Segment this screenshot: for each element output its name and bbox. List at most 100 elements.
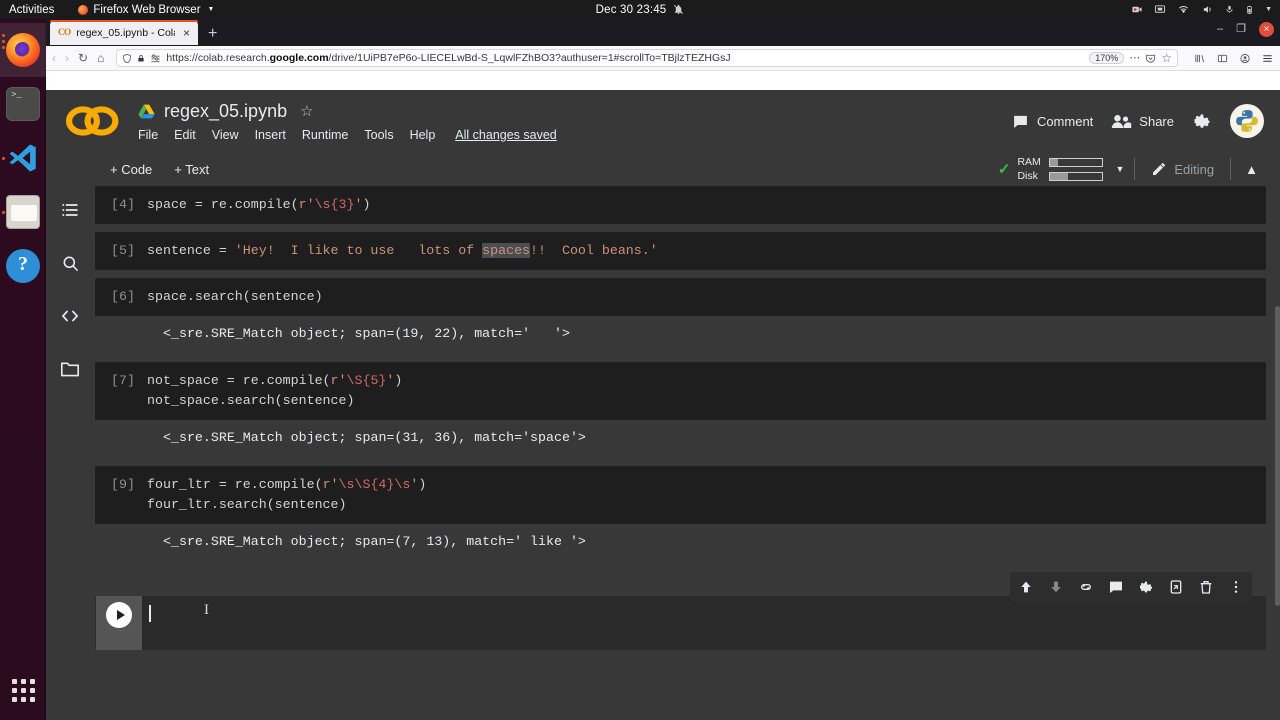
show-applications-button[interactable] xyxy=(0,670,46,710)
dock-item-firefox[interactable] xyxy=(0,23,46,77)
reload-button[interactable]: ↻ xyxy=(78,52,88,64)
mirror-cell-icon[interactable] xyxy=(1168,579,1184,595)
notebook-cell[interactable]: [6]space.search(sentence) <_sre.SRE_Match… xyxy=(95,278,1266,354)
notebook-cell[interactable]: [7]not_space = re.compile(r'\S{5}')[7]no… xyxy=(95,362,1266,458)
bookmark-star-icon[interactable]: ☆ xyxy=(1161,52,1172,64)
editing-indicator[interactable]: Editing xyxy=(1135,161,1230,177)
resources-indicator[interactable]: ✓ RAM Disk xyxy=(998,156,1104,182)
screencast-icon xyxy=(1131,4,1143,15)
more-cell-actions-icon[interactable] xyxy=(1228,579,1244,595)
run-cell-button[interactable] xyxy=(96,596,142,650)
drive-icon xyxy=(138,104,155,119)
sidebar-icon[interactable] xyxy=(1216,53,1229,64)
move-cell-down-icon[interactable] xyxy=(1048,579,1064,595)
delete-cell-icon[interactable] xyxy=(1198,579,1214,595)
tab-title: regex_05.ipynb - Colabo xyxy=(76,27,175,39)
forward-button[interactable]: › xyxy=(65,52,69,64)
clock[interactable]: Dec 30 23:45 xyxy=(0,4,1280,16)
code-line: [6]space.search(sentence) xyxy=(95,287,1266,307)
menu-icon[interactable] xyxy=(1261,53,1274,64)
home-button[interactable]: ⌂ xyxy=(97,52,104,64)
pocket-icon[interactable] xyxy=(1145,53,1156,64)
code-text: space = re.compile(r'\s{3}') xyxy=(147,195,370,215)
menu-file[interactable]: File xyxy=(138,128,158,142)
search-icon[interactable] xyxy=(58,251,82,275)
colab-logo-icon[interactable] xyxy=(66,104,120,138)
system-menu-caret-icon: ▼ xyxy=(1265,6,1272,13)
tab-regex-notebook[interactable]: CO regex_05.ipynb - Colabo × xyxy=(50,20,198,45)
text-caret xyxy=(149,605,151,622)
page-title[interactable]: regex_05.ipynb xyxy=(164,101,287,122)
menu-view[interactable]: View xyxy=(212,128,239,142)
cell-input[interactable]: [4]space = re.compile(r'\s{3}') xyxy=(95,186,1266,224)
url-bar[interactable]: https://colab.research.google.com/drive/… xyxy=(116,49,1178,67)
share-button[interactable]: Share xyxy=(1111,113,1174,130)
add-comment-icon[interactable] xyxy=(1108,579,1124,595)
move-cell-up-icon[interactable] xyxy=(1018,579,1034,595)
comment-button[interactable]: Comment xyxy=(1011,113,1093,130)
code-line: [7]not_space = re.compile(r'\S{5}') xyxy=(95,371,1266,391)
menu-insert[interactable]: Insert xyxy=(255,128,286,142)
minimize-button[interactable]: – xyxy=(1217,24,1223,35)
account-icon[interactable] xyxy=(1239,53,1251,64)
maximize-button[interactable]: ❐ xyxy=(1236,24,1246,35)
running-indicator-icon xyxy=(2,157,5,160)
dock-item-terminal[interactable] xyxy=(0,77,46,131)
add-text-cell-button[interactable]: + Text xyxy=(174,162,209,177)
cell-input[interactable]: [9]four_ltr = re.compile(r'\s\S{4}\s')[9… xyxy=(95,466,1266,524)
notebook-cell[interactable]: [4]space = re.compile(r'\s{3}') xyxy=(95,186,1266,224)
menu-tools[interactable]: Tools xyxy=(364,128,393,142)
collapse-header-chevron-up-icon[interactable]: ▲ xyxy=(1231,162,1266,177)
avatar[interactable] xyxy=(1230,104,1264,138)
star-icon[interactable]: ☆ xyxy=(300,102,313,120)
system-tray[interactable]: ▼ xyxy=(1131,0,1272,19)
add-code-cell-button[interactable]: + Code xyxy=(110,162,152,177)
notebook-cell[interactable]: [5]sentence = 'Hey! I like to use lots o… xyxy=(95,232,1266,270)
zoom-level-badge[interactable]: 170% xyxy=(1089,52,1124,64)
cell-input[interactable]: [7]not_space = re.compile(r'\S{5}')[7]no… xyxy=(95,362,1266,420)
close-tab-icon[interactable]: × xyxy=(181,27,192,39)
menu-runtime[interactable]: Runtime xyxy=(302,128,349,142)
save-status[interactable]: All changes saved xyxy=(455,128,556,142)
colab-left-sidebar xyxy=(46,186,94,720)
cell-settings-icon[interactable] xyxy=(1138,579,1154,595)
gear-icon[interactable] xyxy=(1192,111,1212,131)
library-icon[interactable] xyxy=(1193,53,1206,64)
toc-icon[interactable] xyxy=(58,198,82,222)
files-icon[interactable] xyxy=(58,357,82,381)
shield-icon xyxy=(122,53,132,64)
battery-icon xyxy=(1245,4,1254,16)
code-line: [5]sentence = 'Hey! I like to use lots o… xyxy=(95,241,1266,261)
notifications-off-icon xyxy=(673,4,684,15)
colab-favicon-icon: CO xyxy=(58,28,70,38)
share-label: Share xyxy=(1139,114,1174,129)
notebook-cell[interactable]: I xyxy=(95,596,1266,650)
menu-edit[interactable]: Edit xyxy=(174,128,196,142)
disk-gauge xyxy=(1049,172,1103,181)
code-snippets-icon[interactable] xyxy=(58,304,82,328)
resources-chevron-down-icon[interactable]: ▼ xyxy=(1115,164,1124,174)
link-to-cell-icon[interactable] xyxy=(1078,579,1094,595)
volume-icon xyxy=(1201,4,1214,15)
dock-item-vscode[interactable] xyxy=(0,131,46,185)
desktop-screen: Activities Firefox Web Browser ▼ Dec 30 … xyxy=(0,0,1280,720)
code-text: four_ltr = re.compile(r'\s\S{4}\s') xyxy=(147,475,426,495)
cell-output: <_sre.SRE_Match object; span=(19, 22), m… xyxy=(95,316,1266,354)
close-window-button[interactable]: × xyxy=(1259,22,1274,37)
cell-input[interactable]: I xyxy=(95,596,1266,650)
dock-item-help[interactable] xyxy=(0,239,46,293)
code-text: not_space = re.compile(r'\S{5}') xyxy=(147,371,402,391)
cell-input[interactable]: [6]space.search(sentence) xyxy=(95,278,1266,316)
ellipsis-icon[interactable]: ⋯ xyxy=(1129,53,1140,64)
dock-item-files[interactable] xyxy=(0,185,46,239)
back-button[interactable]: ‹ xyxy=(52,52,56,64)
menu-help[interactable]: Help xyxy=(410,128,436,142)
notebook-cell[interactable]: [9]four_ltr = re.compile(r'\s\S{4}\s')[9… xyxy=(95,466,1266,562)
url-domain: google.com xyxy=(270,52,329,64)
vertical-scrollbar[interactable] xyxy=(1275,186,1280,720)
connected-check-icon: ✓ xyxy=(998,162,1011,177)
new-tab-button[interactable]: + xyxy=(208,26,217,42)
cell-input[interactable]: [5]sentence = 'Hey! I like to use lots o… xyxy=(95,232,1266,270)
code-text: not_space.search(sentence) xyxy=(147,391,354,411)
colab-app: regex_05.ipynb ☆ File Edit View Insert R… xyxy=(46,90,1280,720)
